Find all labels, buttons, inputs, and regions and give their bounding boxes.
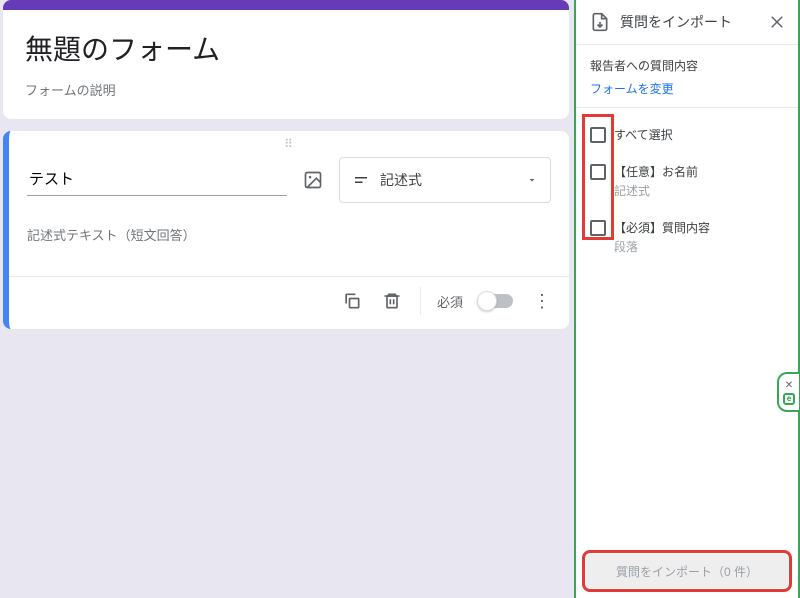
import-item-subtype: 段落	[614, 238, 710, 255]
chevron-down-icon	[526, 174, 538, 186]
divider	[420, 287, 421, 315]
float-badge[interactable]: ✕ e	[777, 372, 799, 412]
question-footer: 必須 ⋮	[9, 276, 569, 319]
form-header-card: 無題のフォーム フォームの説明	[3, 0, 569, 119]
import-panel: 質問をインポート 報告者への質問内容 フォームを変更 すべて選択 【任意】お名前…	[574, 0, 800, 598]
badge-close-icon[interactable]: ✕	[785, 380, 793, 391]
import-item-title: 【任意】お名前	[614, 163, 698, 180]
import-item-checkbox[interactable]	[590, 164, 606, 180]
import-panel-title: 質問をインポート	[620, 12, 758, 32]
more-options-icon[interactable]: ⋮	[529, 291, 555, 312]
import-button[interactable]: 質問をインポート（0 件）	[586, 554, 788, 588]
import-item-title: 【必須】質問内容	[614, 219, 710, 236]
import-item[interactable]: 【任意】お名前 記述式	[584, 157, 790, 213]
select-all-label: すべて選択	[614, 126, 673, 143]
import-file-icon	[590, 12, 610, 32]
import-source-label: 報告者への質問内容	[590, 57, 784, 74]
add-image-icon[interactable]	[301, 168, 325, 192]
select-all-row[interactable]: すべて選択	[584, 120, 790, 157]
answer-placeholder: 記述式テキスト（短文回答）	[27, 225, 551, 244]
drag-handle-icon[interactable]: ⠿	[284, 137, 294, 151]
short-text-icon	[352, 171, 370, 189]
badge-logo-icon: e	[783, 393, 795, 405]
import-question-list: すべて選択 【任意】お名前 記述式 【必須】質問内容 段落	[576, 108, 798, 281]
duplicate-icon[interactable]	[340, 289, 364, 313]
question-type-select[interactable]: 記述式	[339, 157, 551, 203]
select-all-checkbox[interactable]	[590, 127, 606, 143]
form-description[interactable]: フォームの説明	[25, 80, 547, 99]
question-card: ⠿ 記述式 記述式テキスト（短文回答）	[3, 131, 569, 329]
delete-icon[interactable]	[380, 289, 404, 313]
question-title-input[interactable]	[27, 164, 287, 196]
import-item-checkbox[interactable]	[590, 220, 606, 236]
import-item-subtype: 記述式	[614, 182, 698, 199]
close-icon[interactable]	[768, 13, 786, 31]
change-form-link[interactable]: フォームを変更	[590, 80, 784, 97]
required-toggle[interactable]	[479, 294, 513, 308]
question-type-label: 記述式	[380, 170, 422, 190]
import-item[interactable]: 【必須】質問内容 段落	[584, 213, 790, 269]
form-title[interactable]: 無題のフォーム	[25, 28, 547, 68]
required-label: 必須	[437, 292, 463, 311]
